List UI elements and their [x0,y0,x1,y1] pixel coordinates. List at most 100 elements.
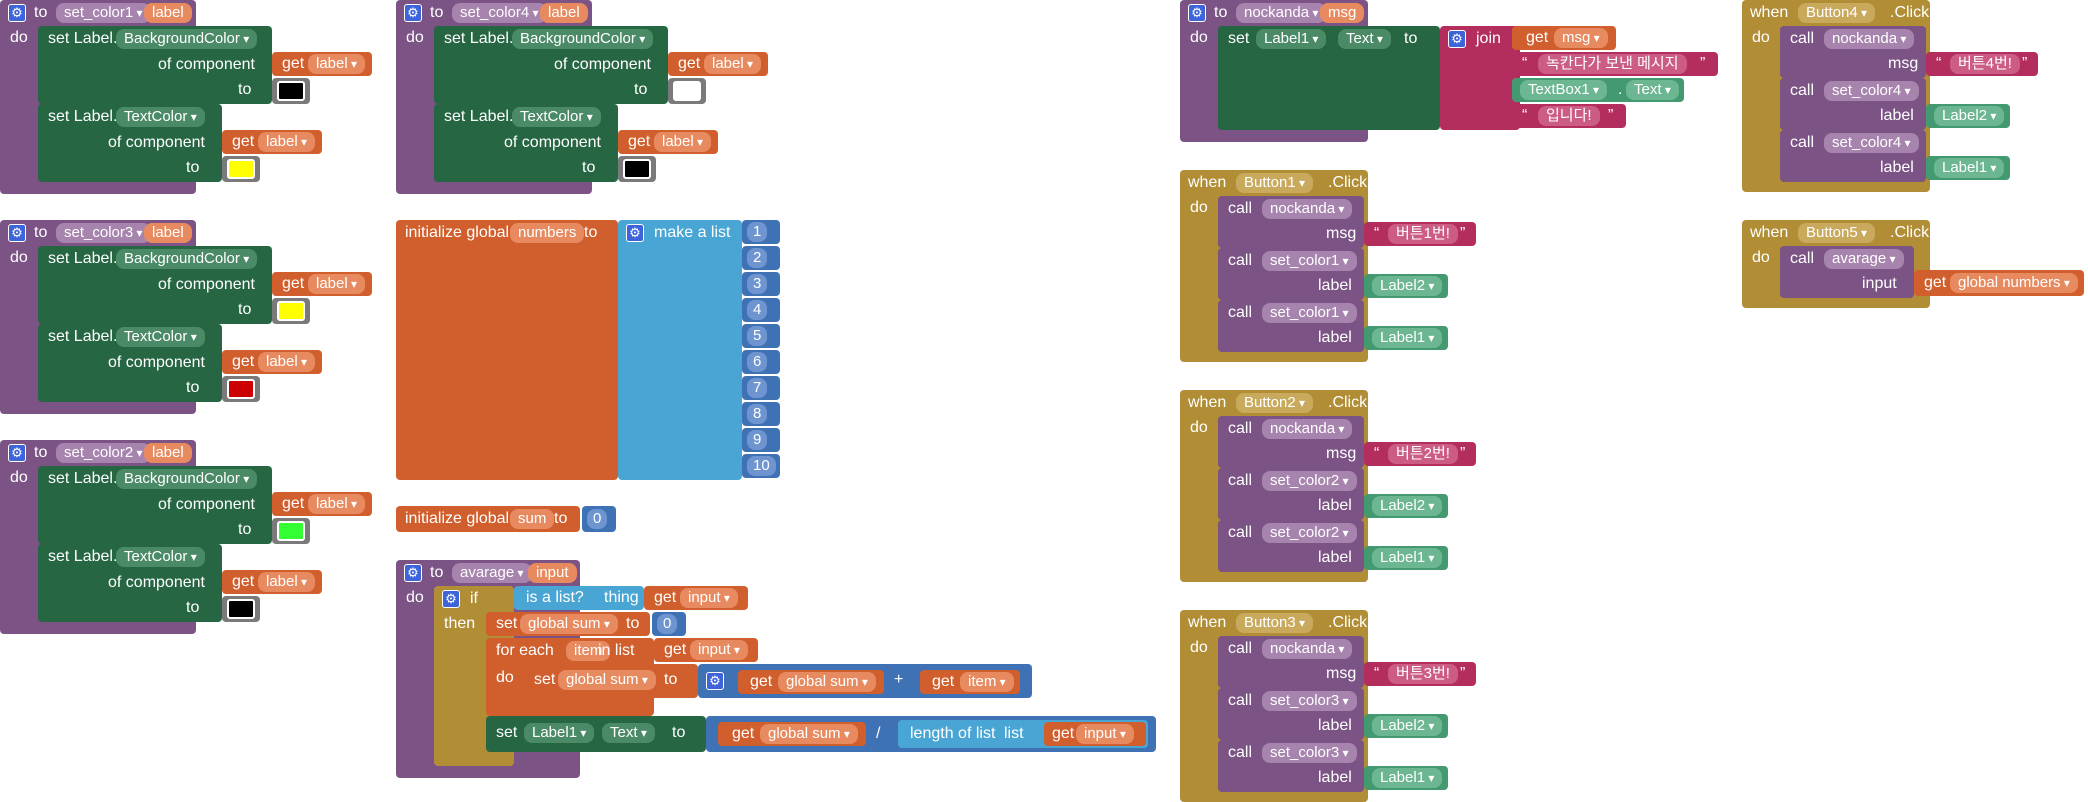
component-label-block[interactable]: Label2 [1926,104,2010,128]
init-global-numbers[interactable]: initialize global numbers to [396,220,618,480]
get-label-block[interactable]: get label [272,52,372,76]
call-procedure-dropdown[interactable]: set_color1 [1262,251,1357,271]
event-component-dropdown[interactable]: Button2 [1236,393,1314,413]
get-label-block[interactable]: get label [272,272,372,296]
call-nockanda-block[interactable]: call nockanda msg [1218,196,1364,248]
gear-icon[interactable]: ⚙ [8,444,26,462]
get-var-dropdown[interactable]: global sum [760,724,858,744]
get-var-dropdown[interactable]: label [704,54,762,74]
call-procedure-dropdown[interactable]: set_color3 [1262,743,1357,763]
call-procedure-dropdown[interactable]: avarage [1824,249,1904,269]
number-block[interactable]: 7 [742,376,780,400]
property-dropdown[interactable]: TextColor [116,107,205,127]
text-block[interactable]: “ 녹칸다가 보낸 메시지 ” [1512,52,1718,76]
get-label-block[interactable]: get label [272,492,372,516]
param-msg[interactable]: msg [1320,3,1365,23]
number-block[interactable]: 8 [742,402,780,426]
call-procedure-dropdown[interactable]: nockanda [1262,419,1353,439]
color-swatch[interactable] [623,159,651,179]
component-label-block[interactable]: Label1 [1364,546,1448,570]
init-global-sum[interactable]: initialize global sum to [396,506,580,532]
param-label[interactable]: label [144,223,192,243]
set-label1-text-block[interactable]: set Label1 Text to [486,716,706,752]
text-value[interactable]: 버튼3번! [1388,664,1458,684]
gear-icon[interactable]: ⚙ [404,4,422,22]
number-block[interactable]: 5 [742,324,780,348]
global-name-field[interactable]: sum [510,509,555,529]
component-label-block[interactable]: Label2 [1364,274,1448,298]
color-swatch[interactable] [227,159,255,179]
join-block[interactable]: ⚙ join [1440,26,1520,130]
get-var-dropdown[interactable]: label [654,132,712,152]
get-var-dropdown[interactable]: item [960,672,1014,692]
set-label-bg-block[interactable]: set Label. BackgroundColor of component … [38,466,272,544]
component-dropdown[interactable]: Label2 [1372,716,1443,736]
number-value[interactable]: 3 [747,274,768,294]
number-block[interactable]: 3 [742,272,780,296]
get-var-dropdown[interactable]: label [258,572,316,592]
get-var-dropdown[interactable]: msg [1554,28,1608,48]
get-var-dropdown[interactable]: global sum [778,672,876,692]
color-swatch[interactable] [673,81,701,101]
component-dropdown[interactable]: TextBox1 [1520,80,1608,100]
event-component-dropdown[interactable]: Button5 [1798,223,1876,243]
text-value[interactable]: 버튼4번! [1950,54,2020,74]
set-var-dropdown[interactable]: global sum [520,614,618,634]
get-msg-block[interactable]: get msg [1512,26,1616,50]
text-block[interactable]: “ 버튼1번!” [1364,222,1476,246]
component-dropdown[interactable]: Label1 [1372,548,1443,568]
number-value[interactable]: 6 [747,352,768,372]
call-set-color-block[interactable]: call set_color1label [1218,300,1364,352]
call-set-color-block[interactable]: call set_color2label [1218,520,1364,572]
global-name-field[interactable]: numbers [510,223,585,243]
component-label-block[interactable]: Label2 [1364,494,1448,518]
param-label[interactable]: label [144,3,192,23]
color-swatch[interactable] [227,599,255,619]
property-dropdown[interactable]: TextColor [512,107,601,127]
component-dropdown[interactable]: Label1 [1256,29,1327,49]
number-block[interactable]: 0 [652,612,686,636]
set-label-bg-block[interactable]: set Label. BackgroundColor of component … [38,26,272,104]
component-dropdown[interactable]: Label1 [524,723,595,743]
gear-icon[interactable]: ⚙ [8,4,26,22]
component-dropdown[interactable]: Label1 [1934,158,2005,178]
call-set-color-block[interactable]: call set_color2label [1218,468,1364,520]
call-set-color-block[interactable]: call set_color4label [1780,78,1926,130]
text-value[interactable]: 버튼1번! [1388,224,1458,244]
number-value[interactable]: 1 [747,222,768,242]
get-global-numbers-block[interactable]: get global numbers [1914,270,2084,296]
component-dropdown[interactable]: Label1 [1372,328,1443,348]
color-block[interactable] [618,156,656,182]
number-value[interactable]: 5 [747,326,768,346]
call-avarage-block[interactable]: call avarage input [1780,246,1914,298]
number-value[interactable]: 0 [587,509,608,529]
color-swatch[interactable] [277,301,305,321]
get-global-sum-block[interactable]: get global sum [718,722,866,746]
get-item-block[interactable]: get item [920,670,1020,694]
component-label-block[interactable]: Label1 [1364,326,1448,350]
call-procedure-dropdown[interactable]: set_color4 [1824,81,1919,101]
textbox-text-block[interactable]: TextBox1 . Text [1512,78,1684,102]
number-block[interactable]: 10 [742,454,780,478]
get-label-block[interactable]: get label [222,130,322,154]
property-dropdown[interactable]: BackgroundColor [512,29,654,49]
procedure-name[interactable]: set_color4 [452,3,547,23]
gear-icon[interactable]: ⚙ [8,224,26,242]
color-block[interactable] [222,376,260,402]
get-var-dropdown[interactable]: label [308,494,366,514]
color-swatch[interactable] [277,521,305,541]
component-label-block[interactable]: Label2 [1364,714,1448,738]
gear-icon[interactable]: ⚙ [1448,30,1466,48]
call-procedure-dropdown[interactable]: set_color1 [1262,303,1357,323]
set-label-text-block[interactable]: set Label. TextColor of component to [38,104,222,182]
number-block[interactable]: 9 [742,428,780,452]
gear-icon[interactable]: ⚙ [404,564,422,582]
number-value[interactable]: 0 [657,614,678,634]
get-label-block[interactable]: get label [618,130,718,154]
set-label1-text-block[interactable]: set Label1 Text to [1218,26,1440,130]
property-dropdown[interactable]: Text [1338,29,1391,49]
text-value[interactable]: 버튼2번! [1388,444,1458,464]
property-dropdown[interactable]: BackgroundColor [116,29,258,49]
call-procedure-dropdown[interactable]: nockanda [1824,29,1915,49]
component-dropdown[interactable]: Label2 [1372,276,1443,296]
